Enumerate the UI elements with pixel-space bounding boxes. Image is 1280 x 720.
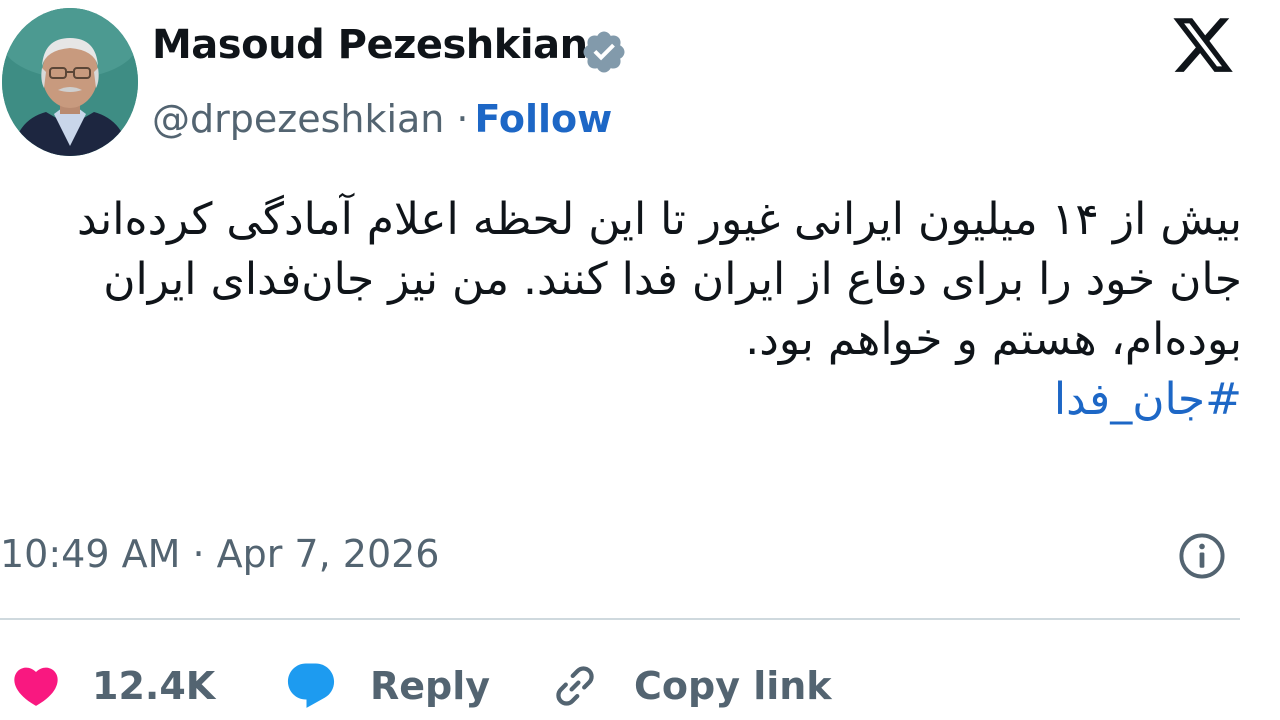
author-display-name[interactable]: Masoud Pezeshkian	[152, 22, 588, 68]
author-handle-row: @drpezeshkian · Follow	[152, 97, 612, 141]
profile-photo	[2, 8, 138, 156]
like-count: 12.4K	[92, 664, 216, 708]
hashtag-link[interactable]: #جان_فدا	[20, 370, 1242, 430]
verified-badge-icon	[583, 31, 625, 73]
reply-label: Reply	[370, 664, 491, 708]
like-button[interactable]: 12.4K	[10, 656, 215, 716]
author-avatar[interactable]	[2, 8, 138, 156]
tweet-timestamp[interactable]: 10:49 AM · Apr 7, 2026	[0, 532, 439, 576]
tweet-line-1: بیش از ۱۴ میلیون ایرانی غیور تا این لحظه…	[76, 194, 1242, 245]
reply-bubble-icon	[287, 663, 335, 708]
copy-link-label: Copy link	[634, 664, 832, 708]
info-icon[interactable]	[1176, 530, 1228, 582]
follow-button[interactable]: Follow	[474, 97, 612, 141]
copy-link-button[interactable]: Copy link	[548, 656, 832, 716]
tweet-card: Masoud Pezeshkian @drpezeshkian · Follow ب…	[0, 0, 1280, 720]
tweet-line-2: جان خود را برای دفاع از ایران فدا کنند. …	[103, 254, 1242, 305]
author-handle[interactable]: @drpezeshkian	[152, 97, 444, 141]
reply-button[interactable]: Reply	[284, 656, 490, 716]
tweet-text: بیش از ۱۴ میلیون ایرانی غیور تا این لحظه…	[20, 190, 1242, 430]
tweet-line-3: بوده‌ام، هستم و خواهم بود.	[745, 314, 1242, 365]
heart-icon	[14, 667, 58, 706]
link-icon	[556, 666, 594, 706]
divider	[0, 618, 1240, 620]
x-logo-icon[interactable]	[1170, 12, 1236, 78]
separator-dot: ·	[456, 97, 469, 141]
